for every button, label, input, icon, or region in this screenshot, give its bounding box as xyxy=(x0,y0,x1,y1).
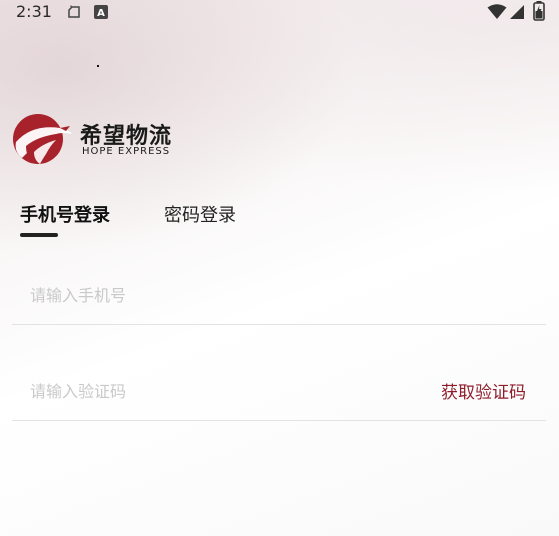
battery-icon xyxy=(533,1,545,25)
eagle-logo-icon xyxy=(12,112,74,170)
cloud-sync-icon xyxy=(66,4,82,24)
code-field: 获取验证码 xyxy=(12,370,546,421)
phone-input[interactable] xyxy=(30,282,390,308)
status-bar: 2:31 A xyxy=(0,0,559,24)
a-badge-icon: A xyxy=(94,4,108,23)
verification-code-input[interactable] xyxy=(30,378,390,404)
brand-logo: 希望物流 HOPE EXPRESS xyxy=(12,112,192,166)
a-badge-letter: A xyxy=(97,8,105,19)
tab-phone-login[interactable]: 手机号登录 xyxy=(20,201,110,227)
status-time: 2:31 xyxy=(16,2,52,21)
phone-field xyxy=(12,274,546,325)
get-code-button[interactable]: 获取验证码 xyxy=(441,378,526,403)
wifi-icon xyxy=(487,4,507,24)
active-tab-indicator xyxy=(20,233,58,237)
decorative-dot xyxy=(97,65,99,67)
tab-password-login[interactable]: 密码登录 xyxy=(164,201,236,227)
signal-icon xyxy=(509,4,525,24)
brand-name-en: HOPE EXPRESS xyxy=(82,146,171,157)
